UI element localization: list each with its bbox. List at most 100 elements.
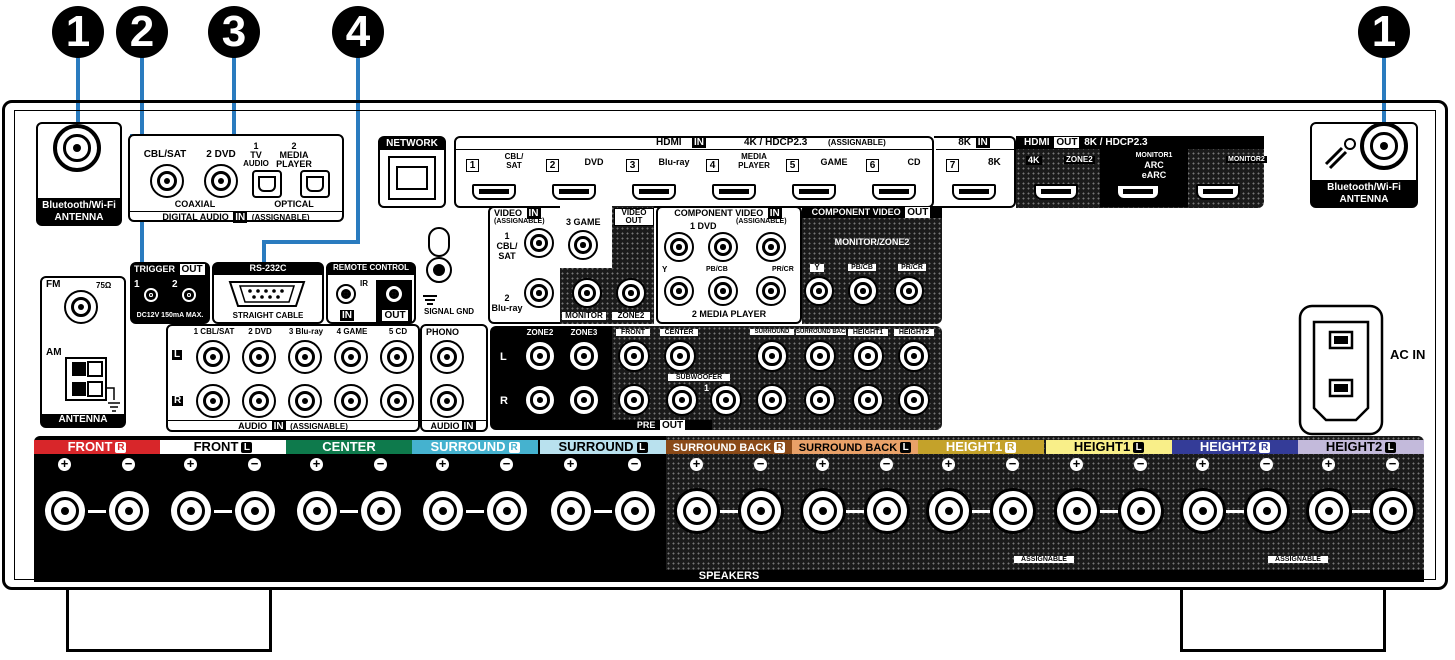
pre-out-zone3-r-jack[interactable] — [568, 384, 600, 416]
video-in-1c: SAT — [498, 251, 516, 261]
callout-1: 1 — [52, 6, 104, 58]
speaker-1-minus-terminal[interactable] — [106, 488, 152, 534]
speaker-10-plus-terminal[interactable] — [1180, 488, 1226, 534]
optical-mp-jack[interactable] — [300, 170, 330, 198]
audio-in-3-l-jack[interactable] — [288, 340, 322, 374]
hdmi-in-4-port[interactable] — [712, 184, 756, 200]
hdmi-in-1-port[interactable] — [472, 184, 516, 200]
hdmi-in-6-port[interactable] — [872, 184, 916, 200]
pre-out-subwoofer-1-jack[interactable] — [666, 384, 698, 416]
pre-out-center-l-jack[interactable] — [664, 340, 696, 372]
speaker-6-minus-terminal[interactable] — [738, 488, 784, 534]
phono-r-jack[interactable] — [430, 384, 464, 418]
rs232c-port[interactable] — [226, 278, 308, 310]
speaker-9-minus-terminal[interactable] — [1118, 488, 1164, 534]
speaker-3-minus-terminal[interactable] — [358, 488, 404, 534]
video-in-2-jack[interactable] — [524, 278, 554, 308]
network-port[interactable] — [388, 156, 436, 200]
component-out-pr-jack[interactable] — [894, 276, 924, 306]
audio-in-5-l-jack[interactable] — [380, 340, 414, 374]
speaker-7-minus-terminal[interactable] — [864, 488, 910, 534]
component-out-pb-jack[interactable] — [848, 276, 878, 306]
phono-l-jack[interactable] — [430, 340, 464, 374]
speaker-9-plus-terminal[interactable] — [1054, 488, 1100, 534]
coaxial-dvd-jack[interactable] — [204, 164, 238, 198]
component-in-dvd-pr[interactable] — [756, 232, 786, 262]
pre-out-surround-l-jack[interactable] — [756, 340, 788, 372]
hdmi-out-port-4k[interactable] — [1034, 184, 1078, 200]
speaker-6-plus-terminal[interactable] — [674, 488, 720, 534]
audio-in-2-l-jack[interactable] — [242, 340, 276, 374]
video-out-zone2-jack[interactable] — [616, 278, 646, 308]
hdmi-in-2-port[interactable] — [552, 184, 596, 200]
component-in-mp-pr[interactable] — [756, 276, 786, 306]
trigger-2-jack[interactable] — [180, 286, 198, 304]
audio-in-4-l-jack[interactable] — [334, 340, 368, 374]
component-in-mp-y[interactable] — [664, 276, 694, 306]
trigger-2: 2 — [172, 279, 178, 290]
hdmi-out-port-monitor1[interactable] — [1196, 184, 1240, 200]
remote-out-jack[interactable] — [384, 284, 404, 304]
audio-in-2-r-jack[interactable] — [242, 384, 276, 418]
component-in-assign: (ASSIGNABLE) — [736, 218, 787, 225]
video-in-3-jack-top[interactable] — [568, 230, 598, 260]
component-in-dvd-y[interactable] — [664, 232, 694, 262]
ac-inlet[interactable] — [1298, 304, 1384, 436]
speaker-7-plus-terminal[interactable] — [800, 488, 846, 534]
speaker-11-plus-terminal[interactable] — [1306, 488, 1352, 534]
hdmi-in-3-port[interactable] — [632, 184, 676, 200]
speaker-5-plus-terminal[interactable] — [548, 488, 594, 534]
speaker-10-minus-terminal[interactable] — [1244, 488, 1290, 534]
hdmi-8k-port[interactable] — [952, 184, 996, 200]
pre-out-front-l-jack[interactable] — [618, 340, 650, 372]
speaker-11-minus-terminal[interactable] — [1370, 488, 1416, 534]
hdmi-8k-num: 7 — [946, 156, 959, 172]
speaker-header-4: SURROUND R — [412, 440, 538, 454]
pre-out-surround-back-r-jack[interactable] — [804, 384, 836, 416]
speaker-4-minus-terminal[interactable] — [484, 488, 530, 534]
pre-out-height1: HEIGHT1 — [848, 329, 888, 336]
optical-tv-jack[interactable] — [252, 170, 282, 198]
speaker-2-plus-terminal[interactable] — [168, 488, 214, 534]
pre-out-zone2-l-jack[interactable] — [524, 340, 556, 372]
audio-in-5-r-jack[interactable] — [380, 384, 414, 418]
pre-out-height1-r-jack[interactable] — [852, 384, 884, 416]
video-in-1-jack[interactable] — [524, 228, 554, 258]
speaker-4-plus-terminal[interactable] — [420, 488, 466, 534]
bt-antenna-connector[interactable] — [53, 124, 101, 172]
remote-in-jack[interactable] — [336, 284, 356, 304]
pre-out-surround-r-jack[interactable] — [756, 384, 788, 416]
audio-in-1-l-jack[interactable] — [196, 340, 230, 374]
speaker-1-plus-terminal[interactable] — [42, 488, 88, 534]
phono-footer: AUDIO IN — [422, 420, 486, 432]
speaker-8-minus-terminal[interactable] — [990, 488, 1036, 534]
hdmi-out-port-zone2[interactable] — [1116, 184, 1160, 200]
pre-out-height2-r-jack[interactable] — [898, 384, 930, 416]
audio-in-3-r-jack[interactable] — [288, 384, 322, 418]
pre-out-height1-l-jack[interactable] — [852, 340, 884, 372]
optical-label: OPTICAL — [274, 199, 314, 209]
component-out-y-jack[interactable] — [804, 276, 834, 306]
pre-out-height2-l-jack[interactable] — [898, 340, 930, 372]
pre-out-zone3-l-jack[interactable] — [568, 340, 600, 372]
coaxial-cblsat-jack[interactable] — [150, 164, 184, 198]
fm-jack[interactable] — [64, 290, 98, 324]
pre-out-surround-back-l-jack[interactable] — [804, 340, 836, 372]
component-in-dvd-pb[interactable] — [708, 232, 738, 262]
video-out-monitor-jack[interactable] — [572, 278, 602, 308]
pre-out-zone2-r-jack[interactable] — [524, 384, 556, 416]
rs232c-cable: STRAIGHT CABLE — [232, 311, 304, 320]
signal-gnd-post[interactable] — [424, 226, 454, 288]
speaker-3-plus-terminal[interactable] — [294, 488, 340, 534]
speaker-8-plus-terminal[interactable] — [926, 488, 972, 534]
pre-out-subwoofer-2-jack[interactable] — [710, 384, 742, 416]
component-in-mp-pb[interactable] — [708, 276, 738, 306]
trigger-1-jack[interactable] — [142, 286, 160, 304]
audio-in-4-r-jack[interactable] — [334, 384, 368, 418]
audio-in-1-r-jack[interactable] — [196, 384, 230, 418]
pre-out-front-r-jack[interactable] — [618, 384, 650, 416]
hdmi-in-5-port[interactable] — [792, 184, 836, 200]
speaker-2-minus-terminal[interactable] — [232, 488, 278, 534]
speaker-5-minus-terminal[interactable] — [612, 488, 658, 534]
bt-antenna-connector-right[interactable] — [1360, 122, 1408, 170]
